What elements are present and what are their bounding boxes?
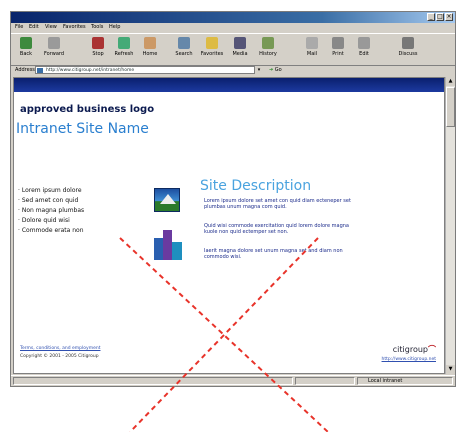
red-x-overlay (119, 237, 329, 432)
x-stroke-up (129, 237, 319, 432)
